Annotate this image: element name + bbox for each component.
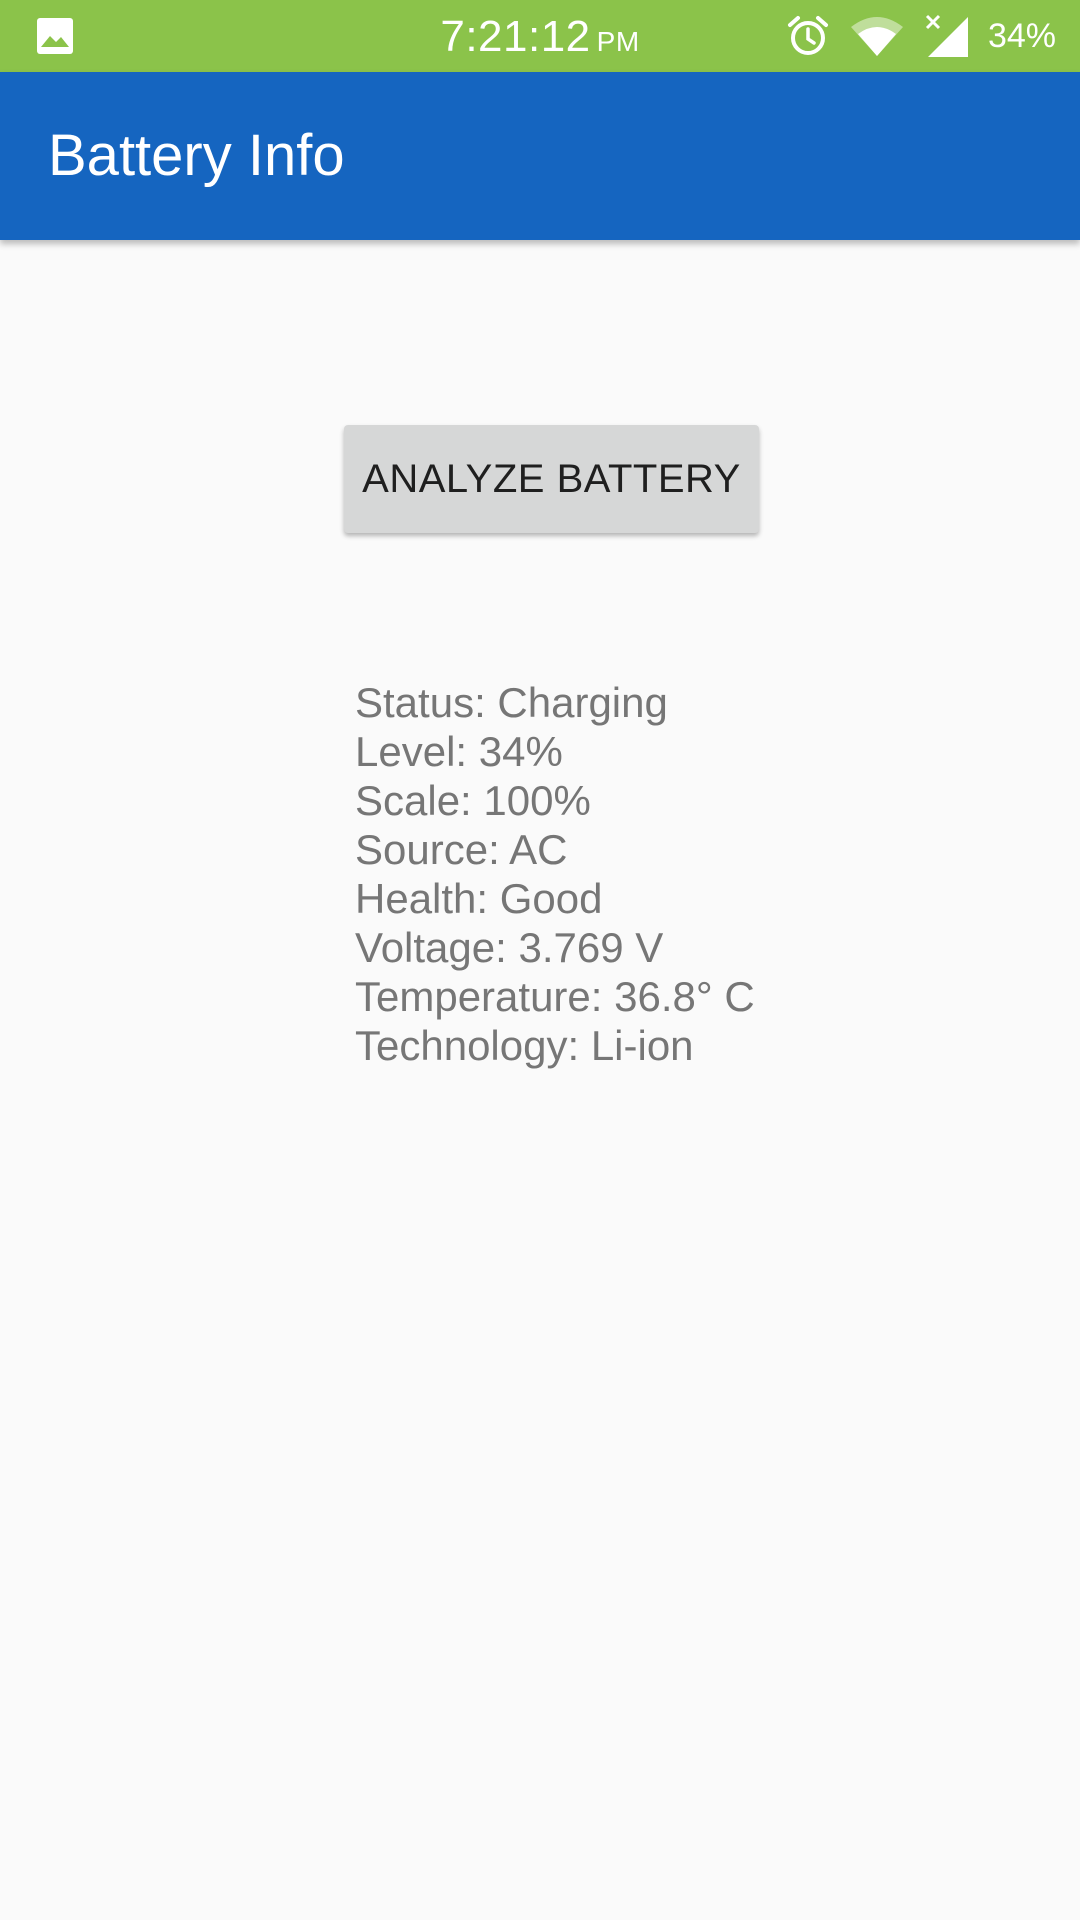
wifi-icon (850, 15, 904, 57)
battery-percent: 34% (987, 16, 1056, 55)
status-time: 7:21:12 (440, 12, 591, 61)
info-scale: Scale: 100% (355, 777, 591, 824)
info-status: Status: Charging (355, 679, 668, 726)
alarm-icon (786, 14, 830, 58)
analyze-battery-button[interactable]: ANALYZE BATTERY (344, 425, 759, 533)
info-health: Health: Good (355, 875, 603, 922)
status-ampm: PM (596, 26, 640, 57)
status-icons: 34% (766, 0, 1056, 72)
info-source: Source: AC (355, 826, 568, 873)
battery-info-list: Status: Charging Level: 34% Scale: 100% … (355, 678, 755, 1070)
status-bar: 7:21:12 PM 34% (0, 0, 1080, 72)
app-bar: Battery Info (0, 72, 1080, 240)
info-voltage: Voltage: 3.769 V (355, 924, 664, 971)
signal-icon (924, 13, 970, 59)
info-level: Level: 34% (355, 728, 563, 775)
info-temperature: Temperature: 36.8° C (355, 973, 755, 1020)
info-technology: Technology: Li-ion (355, 1022, 694, 1069)
app-title: Battery Info (48, 123, 345, 188)
